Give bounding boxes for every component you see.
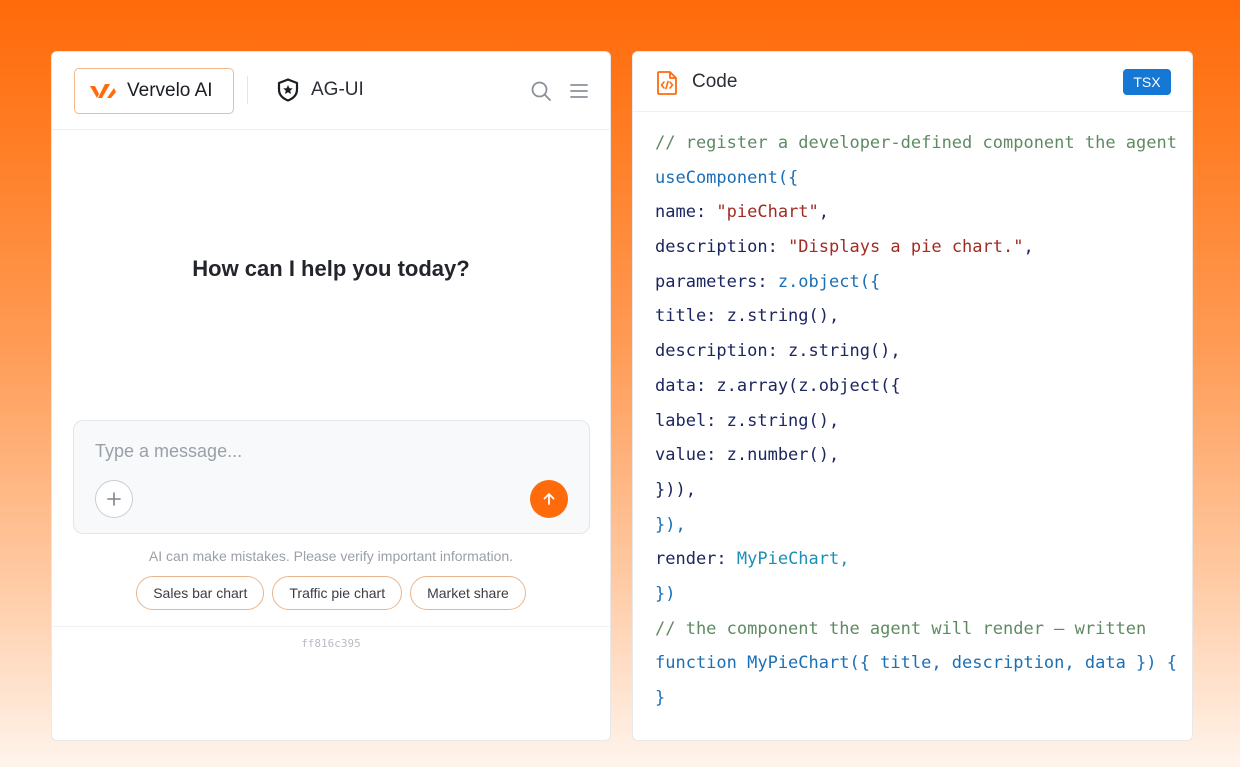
code-token: // the component the agent will render –… — [655, 618, 1147, 639]
code-token: } — [655, 688, 666, 708]
message-input[interactable] — [95, 439, 565, 463]
code-token: }) — [655, 583, 676, 604]
language-badge: TSX — [1123, 69, 1171, 95]
disclaimer-text: AI can make mistakes. Please verify impo… — [148, 548, 514, 564]
code-title: Code — [692, 71, 738, 92]
code-token: , — [818, 202, 830, 223]
code-line: // the component the agent will render –… — [655, 612, 1185, 647]
code-token: value: z.number(), — [655, 445, 840, 466]
brand-label: Vervelo AI — [127, 80, 213, 101]
code-token: z.object({ — [777, 271, 881, 292]
shield-star-icon — [277, 78, 299, 102]
plus-icon — [107, 492, 121, 506]
code-block: // register a developer-defined componen… — [655, 126, 1185, 716]
code-token: title: z.string(), — [655, 306, 840, 327]
brand-button[interactable]: Vervelo AI — [74, 68, 234, 114]
code-line: render: MyPieChart, — [655, 542, 1185, 577]
code-file-icon — [657, 71, 677, 95]
code-token: MyPieChart, — [736, 549, 850, 570]
chat-panel: Vervelo AI AG-UI How can I help you toda… — [51, 51, 611, 741]
code-token: "pieChart" — [716, 202, 819, 223]
suggestion-chip[interactable]: Sales bar chart — [136, 576, 265, 610]
code-token: }), — [655, 514, 686, 535]
chat-header: Vervelo AI AG-UI — [52, 52, 610, 130]
search-icon[interactable] — [530, 80, 552, 102]
code-line: function MyPieChart({ title, description… — [655, 646, 1185, 681]
code-line: // register a developer-defined componen… — [655, 126, 1185, 161]
code-header: Code TSX — [633, 52, 1192, 112]
protocol-label: AG-UI — [311, 79, 364, 100]
code-token: name: — [655, 202, 717, 223]
code-line: value: z.number(), — [655, 438, 1185, 473]
code-panel: Code TSX // register a developer-defined… — [632, 51, 1193, 741]
code-line: data: z.array(z.object({ — [655, 369, 1185, 404]
code-token: parameters: — [655, 271, 778, 292]
code-token: data: z.array(z.object({ — [655, 375, 901, 396]
suggestion-chip[interactable]: Market share — [410, 576, 526, 610]
code-line: description: "Displays a pie chart.", — [655, 230, 1185, 265]
code-line: }) — [655, 577, 1185, 612]
build-hash: ff816c395 — [301, 637, 361, 650]
protocol-link[interactable]: AG-UI — [277, 78, 364, 102]
code-token: description: — [655, 237, 789, 258]
code-line: description: z.string(), — [655, 334, 1185, 369]
code-line: }), — [655, 508, 1185, 543]
code-token: render: — [655, 549, 737, 570]
code-line: name: "pieChart", — [655, 195, 1185, 230]
header-divider — [247, 76, 248, 104]
code-line: })), — [655, 473, 1185, 508]
code-token: useComponent({ — [655, 167, 799, 188]
menu-icon[interactable] — [568, 80, 590, 102]
code-token: function MyPieChart({ title, description… — [655, 653, 1177, 674]
code-token: // register a developer-defined componen… — [655, 133, 1177, 153]
code-token: })), — [655, 479, 696, 500]
message-composer — [73, 420, 590, 534]
code-line: useComponent({ — [655, 161, 1185, 196]
code-line: } — [655, 681, 1185, 716]
welcome-heading: How can I help you today? — [192, 256, 470, 281]
suggestion-chips: Sales bar chart Traffic pie chart Market… — [52, 576, 610, 610]
code-line: label: z.string(), — [655, 404, 1185, 439]
code-token: , — [1023, 237, 1034, 258]
send-button[interactable] — [530, 480, 568, 518]
code-token: description: z.string(), — [655, 341, 901, 362]
vervelo-logo-icon — [90, 84, 116, 98]
suggestion-chip[interactable]: Traffic pie chart — [272, 576, 403, 610]
code-line: parameters: z.object({ — [655, 265, 1185, 300]
code-line: title: z.string(), — [655, 299, 1185, 334]
code-token: "Displays a pie chart." — [788, 237, 1024, 258]
arrow-up-icon — [543, 493, 555, 505]
code-token: label: z.string(), — [655, 410, 840, 431]
footer-divider — [52, 626, 610, 627]
attach-button[interactable] — [95, 480, 133, 518]
